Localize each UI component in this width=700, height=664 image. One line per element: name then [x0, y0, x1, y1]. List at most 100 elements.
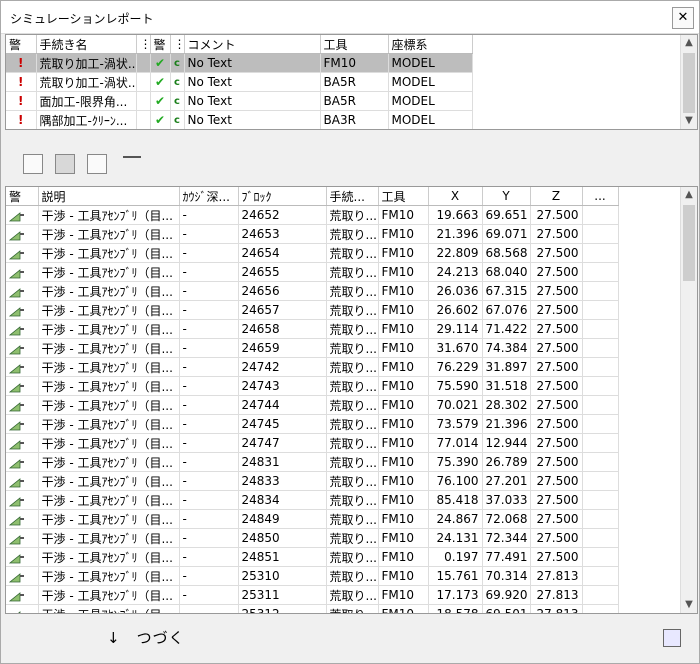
collision-tool-cell: FM10: [378, 395, 429, 415]
coord-cell: MODEL: [388, 72, 473, 92]
collision-tool-cell: FM10: [378, 604, 429, 613]
collision-row-icon: [6, 509, 39, 529]
collision-desc-cell: 干渉 - 工具ｱｾﾝﾌﾞﾘ（目...: [38, 319, 180, 339]
collision-row[interactable]: 干渉 - 工具ｱｾﾝﾌﾞﾘ（目... -24653 荒取り... FM10 21.396…: [6, 224, 619, 244]
continue-button[interactable]: ↓ つづく: [107, 627, 185, 648]
collision-proc-cell: 荒取り...: [326, 224, 379, 244]
collision-header-9[interactable]: ...: [582, 187, 619, 206]
collision-row[interactable]: 干渉 - 工具ｱｾﾝﾌﾞﾘ（目... -24659 荒取り... FM10 31.670…: [6, 338, 619, 358]
collision-row[interactable]: 干渉 - 工具ｱｾﾝﾌﾞﾘ（目... -24742 荒取り... FM10 76.229…: [6, 357, 619, 377]
collision-row[interactable]: 干渉 - 工具ｱｾﾝﾌﾞﾘ（目... -24850 荒取り... FM10 24.131…: [6, 528, 619, 548]
procedure-row[interactable]: ! 面加工-限界角... ✔ c No Text BA5R MODEL: [6, 91, 473, 111]
collision-row[interactable]: 干渉 - 工具ｱｾﾝﾌﾞﾘ（目... -24834 荒取り... FM10 85.418…: [6, 490, 619, 510]
procedure-row[interactable]: ! 荒取り加工-渦状... ✔ c No Text BA5R MODEL: [6, 72, 473, 92]
collision-z-cell: 27.500: [530, 433, 583, 453]
top-header-4[interactable]: ⋮: [170, 35, 185, 54]
collision-header-6[interactable]: X: [428, 187, 483, 206]
top-header-0[interactable]: 警: [6, 35, 37, 54]
scroll-down-arrow-icon[interactable]: ▼: [681, 113, 697, 129]
scroll-up-arrow-icon[interactable]: ▲: [681, 35, 697, 51]
collision-tool-cell: FM10: [378, 281, 429, 301]
collision-z-cell: 27.500: [530, 357, 583, 377]
scroll-thumb[interactable]: [683, 53, 695, 113]
collision-scrollbar[interactable]: ▲ ▼: [680, 187, 697, 613]
scroll-thumb[interactable]: [683, 205, 695, 281]
collision-header-7[interactable]: Y: [482, 187, 531, 206]
collision-header-5[interactable]: 工具: [378, 187, 429, 206]
export-icon[interactable]: [663, 629, 681, 647]
collision-header-1[interactable]: 説明: [38, 187, 180, 206]
collision-extra-cell: [582, 357, 619, 377]
collision-header-8[interactable]: Z: [530, 187, 583, 206]
collision-proc-cell: 荒取り...: [326, 452, 379, 472]
collision-y-cell: 68.040: [482, 262, 531, 282]
collision-y-cell: 26.789: [482, 452, 531, 472]
collision-x-cell: 26.602: [428, 300, 483, 320]
single-view-icon[interactable]: [55, 154, 75, 174]
collision-row[interactable]: 干渉 - 工具ｱｾﾝﾌﾞﾘ（目... -24747 荒取り... FM10 77.014…: [6, 433, 619, 453]
collision-proc-cell: 荒取り...: [326, 433, 379, 453]
collision-z-cell: 27.813: [530, 604, 583, 613]
collision-desc-cell: 干渉 - 工具ｱｾﾝﾌﾞﾘ（目...: [38, 528, 180, 548]
collision-row-icon: [6, 528, 39, 548]
collision-tool-cell: FM10: [378, 566, 429, 586]
simulation-report-window: シミュレーションレポート ✕ 警手続き名⋮警⋮コメント工具座標系 !荒取り加工-…: [0, 0, 700, 664]
procedure-row[interactable]: ! 荒取り加工-渦状... ✔ c No Text FM10 MODEL: [6, 53, 473, 73]
collision-depth-cell: -: [179, 471, 239, 491]
top-header-5[interactable]: コメント: [184, 35, 321, 54]
collision-row[interactable]: 干渉 - 工具ｱｾﾝﾌﾞﾘ（目... -24745 荒取り... FM10 73.579…: [6, 414, 619, 434]
collision-header-4[interactable]: 手続...: [326, 187, 379, 206]
collision-y-cell: 72.068: [482, 509, 531, 529]
collision-row[interactable]: 干渉 - 工具ｱｾﾝﾌﾞﾘ（目...-25312荒取り...FM1018.578…: [6, 604, 619, 613]
collapse-view-icon[interactable]: [123, 156, 141, 168]
procedure-row[interactable]: ! 隅部加工-ｸﾘｰﾝ... ✔ c No Text BA3R MODEL: [6, 110, 473, 129]
collision-row[interactable]: 干渉 - 工具ｱｾﾝﾌﾞﾘ（目... -24743 荒取り... FM10 75.590…: [6, 376, 619, 396]
collision-x-cell: 17.173: [428, 585, 483, 605]
collision-depth-cell: -: [179, 433, 239, 453]
collision-x-cell: 29.114: [428, 319, 483, 339]
collision-block-cell: 24744: [238, 395, 327, 415]
collision-row[interactable]: 干渉 - 工具ｱｾﾝﾌﾞﾘ（目... -24658 荒取り... FM10 29.114…: [6, 319, 619, 339]
collision-row[interactable]: 干渉 - 工具ｱｾﾝﾌﾞﾘ（目... -24657 荒取り... FM10 26.602…: [6, 300, 619, 320]
collision-row[interactable]: 干渉 - 工具ｱｾﾝﾌﾞﾘ（目... -24655 荒取り... FM10 24.213…: [6, 262, 619, 282]
collision-row[interactable]: 干渉 - 工具ｱｾﾝﾌﾞﾘ（目... -24744 荒取り... FM10 70.021…: [6, 395, 619, 415]
scroll-up-arrow-icon[interactable]: ▲: [681, 187, 697, 203]
warning-mark-icon: !: [6, 53, 37, 73]
collision-row-icon: [6, 376, 39, 396]
collision-block-cell: 24850: [238, 528, 327, 548]
collision-row[interactable]: 干渉 - 工具ｱｾﾝﾌﾞﾘ（目... -24656 荒取り... FM10 26.036…: [6, 281, 619, 301]
collision-row[interactable]: 干渉 - 工具ｱｾﾝﾌﾞﾘ（目... -24833 荒取り... FM10 76.100…: [6, 471, 619, 491]
top-header-2[interactable]: ⋮: [136, 35, 151, 54]
tool-collision-icon: [8, 362, 25, 374]
top-header-7[interactable]: 座標系: [388, 35, 473, 54]
collision-row[interactable]: 干渉 - 工具ｱｾﾝﾌﾞﾘ（目... -24851 荒取り... FM10 0.197 7…: [6, 547, 619, 567]
top-header-1[interactable]: 手続き名: [36, 35, 137, 54]
collision-row-icon: [6, 585, 39, 605]
collision-row[interactable]: 干渉 - 工具ｱｾﾝﾌﾞﾘ（目... -24652 荒取り... FM10 19.663…: [6, 205, 619, 225]
procedure-scrollbar[interactable]: ▲ ▼: [680, 35, 697, 129]
collision-x-cell: 76.100: [428, 471, 483, 491]
collision-row[interactable]: 干渉 - 工具ｱｾﾝﾌﾞﾘ（目... -25311 荒取り... FM10 17.173…: [6, 585, 619, 605]
top-header-3[interactable]: 警: [150, 35, 171, 54]
collision-depth-cell: -: [179, 338, 239, 358]
grid-view-icon[interactable]: [23, 154, 43, 174]
check-icon: ✔: [150, 53, 171, 73]
collision-z-cell: 27.500: [530, 471, 583, 491]
collision-depth-cell: -: [179, 509, 239, 529]
collision-row[interactable]: 干渉 - 工具ｱｾﾝﾌﾞﾘ（目... -24654 荒取り... FM10 22.809…: [6, 243, 619, 263]
collision-row[interactable]: 干渉 - 工具ｱｾﾝﾌﾞﾘ（目... -25310 荒取り... FM10 15.761…: [6, 566, 619, 586]
collision-proc-cell: 荒取り...: [326, 414, 379, 434]
collision-row[interactable]: 干渉 - 工具ｱｾﾝﾌﾞﾘ（目... -24831 荒取り... FM10 75.390…: [6, 452, 619, 472]
detail-view-icon[interactable]: [87, 154, 107, 174]
collision-header-2[interactable]: ｶｳｼﾞ深...: [179, 187, 239, 206]
tool-collision-icon: [8, 210, 25, 222]
collision-extra-cell: [582, 243, 619, 263]
collision-row[interactable]: 干渉 - 工具ｱｾﾝﾌﾞﾘ（目... -24849 荒取り... FM10 24.867…: [6, 509, 619, 529]
collision-desc-cell: 干渉 - 工具ｱｾﾝﾌﾞﾘ（目...: [38, 395, 180, 415]
close-button[interactable]: ✕: [672, 7, 694, 29]
top-header-6[interactable]: 工具: [320, 35, 389, 54]
collision-header-3[interactable]: ﾌﾞﾛｯｸ: [238, 187, 327, 206]
collision-header-0[interactable]: 警: [6, 187, 39, 206]
scroll-down-arrow-icon[interactable]: ▼: [681, 597, 697, 613]
tool-cell: FM10: [320, 53, 389, 73]
